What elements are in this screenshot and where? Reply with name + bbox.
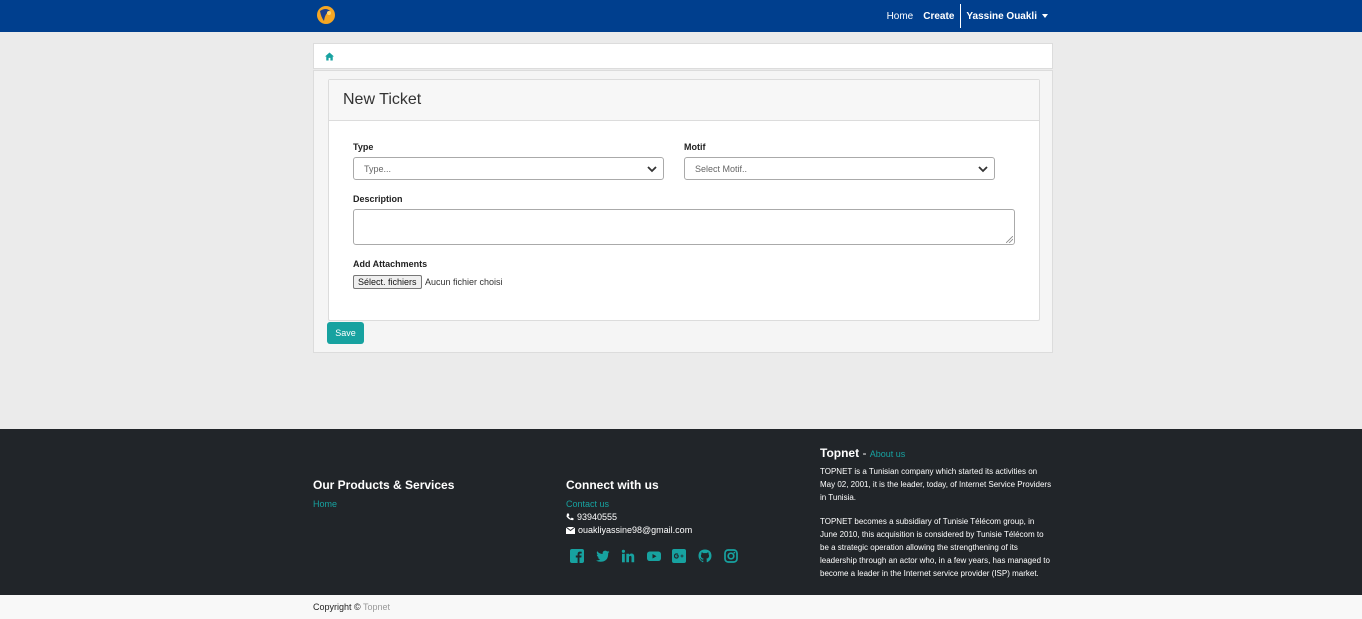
about-title: Topnet xyxy=(820,446,860,460)
top-navbar: Home Create Yassine Ouakli xyxy=(0,0,1362,32)
instagram-icon[interactable] xyxy=(723,549,738,563)
save-button[interactable]: Save xyxy=(327,322,364,344)
user-name: Yassine Ouakli xyxy=(966,10,1037,22)
page-title: New Ticket xyxy=(343,91,422,108)
nav-divider xyxy=(960,4,962,28)
description-textarea[interactable] xyxy=(353,209,1015,245)
youtube-icon[interactable] xyxy=(646,549,661,563)
description-label: Description xyxy=(353,194,403,204)
card-header: New Ticket xyxy=(329,80,1039,121)
copyright-bar: Copyright © Topnet xyxy=(0,595,1362,619)
copyright-brand-link[interactable]: Topnet xyxy=(363,602,390,612)
caret-down-icon xyxy=(1042,14,1048,18)
email-address: ouakliyassine98@gmail.com xyxy=(578,525,693,535)
attachments-label: Add Attachments xyxy=(353,259,428,269)
facebook-icon[interactable] xyxy=(570,549,584,563)
type-select[interactable]: Type... xyxy=(353,157,664,180)
footer-home-link[interactable]: Home xyxy=(313,499,337,509)
contact-us-link[interactable]: Contact us xyxy=(566,499,609,509)
about-separator: - xyxy=(859,446,870,460)
type-label: Type xyxy=(353,142,374,152)
topnet-logo[interactable] xyxy=(316,5,336,25)
file-status: Aucun fichier choisi xyxy=(425,277,503,287)
footer: Our Products & Services Home Connect wit… xyxy=(0,429,1362,595)
phone-row: 93940555 xyxy=(566,512,617,522)
chevron-down-icon xyxy=(647,166,657,173)
social-links xyxy=(570,549,749,563)
motif-label: Motif xyxy=(684,142,706,152)
ticket-panel: New Ticket Type Type... Motif Select Mot… xyxy=(313,70,1053,353)
breadcrumb xyxy=(313,43,1053,69)
resize-handle-icon[interactable] xyxy=(1006,236,1013,243)
github-icon[interactable] xyxy=(698,549,712,563)
home-icon[interactable] xyxy=(325,52,334,61)
about-paragraph-1: TOPNET is a Tunisian company which start… xyxy=(820,467,1052,502)
nav-home-link[interactable]: Home xyxy=(887,11,914,22)
products-heading: Our Products & Services xyxy=(313,478,455,492)
about-us-link[interactable]: About us xyxy=(870,449,906,459)
google-plus-icon[interactable] xyxy=(672,549,687,563)
envelope-icon xyxy=(566,526,575,534)
phone-number: 93940555 xyxy=(577,512,618,522)
chevron-down-icon xyxy=(978,166,988,173)
motif-select-value: Select Motif.. xyxy=(695,163,748,174)
copyright-text: Copyright © Topnet xyxy=(313,602,390,612)
email-row: ouakliyassine98@gmail.com xyxy=(566,525,692,535)
connect-heading: Connect with us xyxy=(566,478,659,492)
type-select-value: Type... xyxy=(364,163,392,174)
linkedin-icon[interactable] xyxy=(621,549,635,563)
copyright-label: Copyright © xyxy=(313,602,363,612)
user-menu-dropdown[interactable]: Yassine Ouakli xyxy=(966,11,1048,22)
file-select-button[interactable]: Sélect. fichiers xyxy=(353,275,422,289)
nav-create-link[interactable]: Create xyxy=(923,11,954,22)
motif-select[interactable]: Select Motif.. xyxy=(684,157,995,180)
phone-icon xyxy=(566,513,574,521)
new-ticket-card: New Ticket Type Type... Motif Select Mot… xyxy=(328,79,1040,321)
about-heading: Topnet - About us xyxy=(820,446,905,460)
twitter-icon[interactable] xyxy=(595,549,610,563)
about-paragraph-2: TOPNET becomes a subsidiary of Tunisie T… xyxy=(820,517,1050,578)
